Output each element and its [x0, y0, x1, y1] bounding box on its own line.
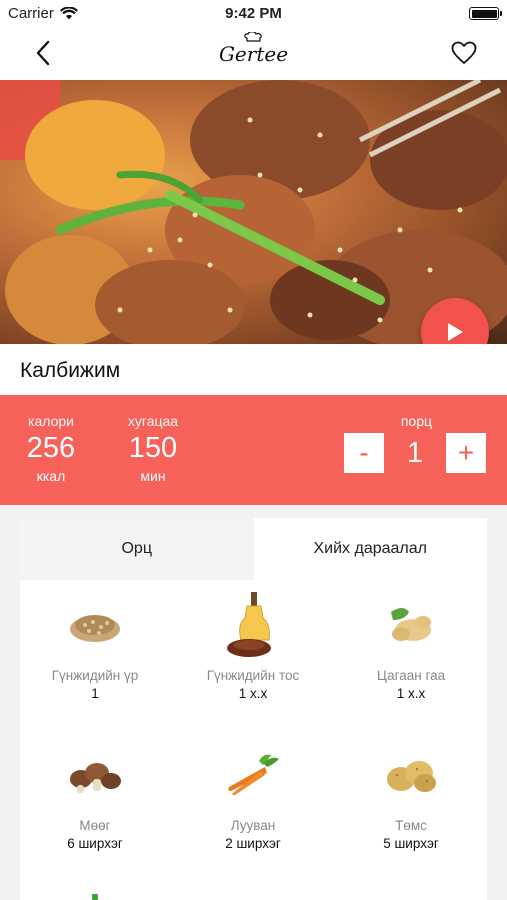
ingredient-name: Цагаан гаа — [376, 668, 446, 683]
ingredient-quantity: 2 ширхэг — [225, 836, 281, 851]
potato-icon — [336, 740, 486, 810]
recipe-details-card: Орц Хийх дараалал Гүнжидийн үр 1 Гүнжиди… — [20, 518, 487, 900]
recipe-title: Калбижим — [20, 359, 121, 382]
recipe-title-bar: Калбижим — [0, 344, 507, 395]
ingredient-quantity: 1 х.х — [396, 686, 426, 701]
ingredient-item: Гүнжидийн үр 1 — [20, 590, 170, 701]
calorie-stat: калори 256 ккал — [24, 413, 78, 484]
logo-text: Gertee — [218, 42, 289, 66]
ingredient-item: Гүнжидийн тос 1 х.х — [178, 590, 328, 701]
calorie-value: 256 — [26, 432, 76, 464]
recipe-stats-bar: калори 256 ккал хугацаа 150 мин порц - 1… — [0, 395, 507, 505]
ginger-icon — [336, 590, 486, 660]
sesame-seeds-icon — [20, 590, 170, 660]
carrot-icon — [178, 740, 328, 810]
calorie-label: калори — [28, 413, 74, 429]
portion-label: порц — [400, 413, 432, 429]
time-unit: мин — [140, 468, 166, 484]
sesame-oil-icon — [178, 590, 328, 660]
calorie-unit: ккал — [36, 468, 66, 484]
recipe-hero-image — [0, 80, 507, 344]
heart-icon — [451, 41, 477, 64]
recipe-tabs: Орц Хийх дараалал — [20, 518, 487, 580]
next-ingredient-peek — [92, 894, 98, 900]
ingredient-name: Төмс — [395, 818, 427, 833]
portion-value: 1 — [406, 437, 424, 469]
food-photo-illustration — [0, 80, 507, 344]
ingredient-item: Төмс 5 ширхэг — [336, 740, 486, 851]
status-time: 9:42 PM — [225, 5, 282, 22]
favorite-button[interactable] — [449, 38, 479, 68]
decrease-portion-button[interactable]: - — [344, 433, 384, 473]
chef-hat-icon — [243, 32, 262, 42]
ingredient-name: Мөөг — [79, 818, 111, 833]
tab-ingredients[interactable]: Орц — [20, 518, 254, 580]
time-stat: хугацаа 150 мин — [120, 413, 186, 484]
ingredient-quantity: 1 — [91, 686, 99, 701]
ingredient-item: Мөөг 6 ширхэг — [20, 740, 170, 851]
ingredient-name: Лууван — [230, 818, 276, 833]
mushroom-icon — [20, 740, 170, 810]
app-logo: Gertee — [0, 32, 507, 66]
ingredient-quantity: 6 ширхэг — [67, 836, 123, 851]
time-value: 150 — [128, 432, 178, 464]
tab-steps[interactable]: Хийх дараалал — [254, 518, 488, 580]
increase-portion-button[interactable]: + — [446, 433, 486, 473]
ingredient-item: Лууван 2 ширхэг — [178, 740, 328, 851]
time-label: хугацаа — [127, 413, 179, 429]
ingredient-name: Гүнжидийн үр — [51, 668, 139, 683]
play-icon — [448, 323, 463, 341]
ingredient-quantity: 5 ширхэг — [383, 836, 439, 851]
status-bar: Carrier 9:42 PM — [0, 0, 507, 26]
ingredient-quantity: 1 х.х — [238, 686, 268, 701]
battery-icon — [469, 7, 502, 20]
ingredient-name: Гүнжидийн тос — [206, 668, 300, 683]
nav-bar: Gertee — [0, 26, 507, 80]
ingredient-item: Цагаан гаа 1 х.х — [336, 590, 486, 701]
